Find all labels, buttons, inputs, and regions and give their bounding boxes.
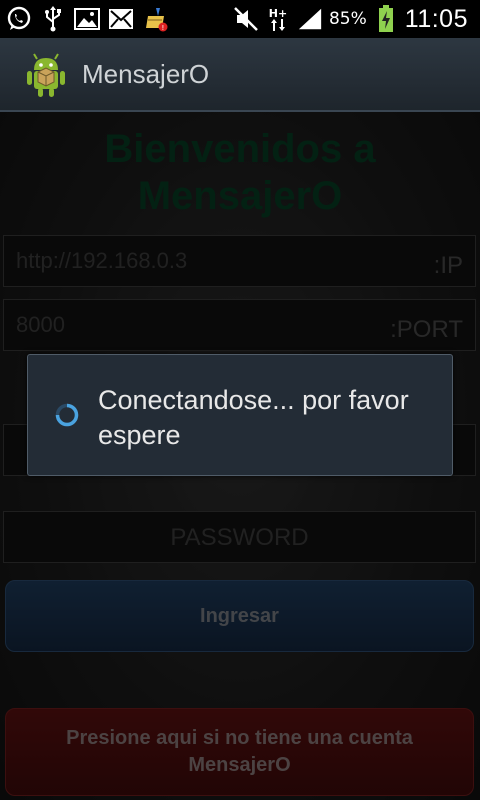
usb-icon — [40, 6, 66, 32]
svg-text:!: ! — [162, 24, 165, 32]
mute-icon — [233, 6, 259, 32]
network-arrows-icon: H+ — [265, 6, 291, 32]
dialog-message: Conectandose... por favor espere — [98, 385, 409, 450]
whatsapp-icon — [6, 6, 32, 32]
battery-charging-icon — [373, 5, 399, 32]
app-title: MensajerO — [82, 58, 210, 89]
battery-percent: 85% — [328, 9, 367, 29]
status-bar: ! H+ 85% 11:05 — [0, 0, 480, 38]
progress-dialog: Conectandose... por favor espere — [27, 354, 453, 476]
action-bar: MensajerO — [0, 38, 480, 112]
mail-icon — [108, 6, 134, 32]
cleaner-icon: ! — [142, 6, 168, 32]
clock: 11:05 — [404, 4, 468, 33]
signal-icon — [297, 6, 323, 32]
loading-spinner-icon — [55, 403, 79, 427]
android-app-icon[interactable] — [22, 50, 70, 98]
image-icon — [74, 6, 100, 32]
